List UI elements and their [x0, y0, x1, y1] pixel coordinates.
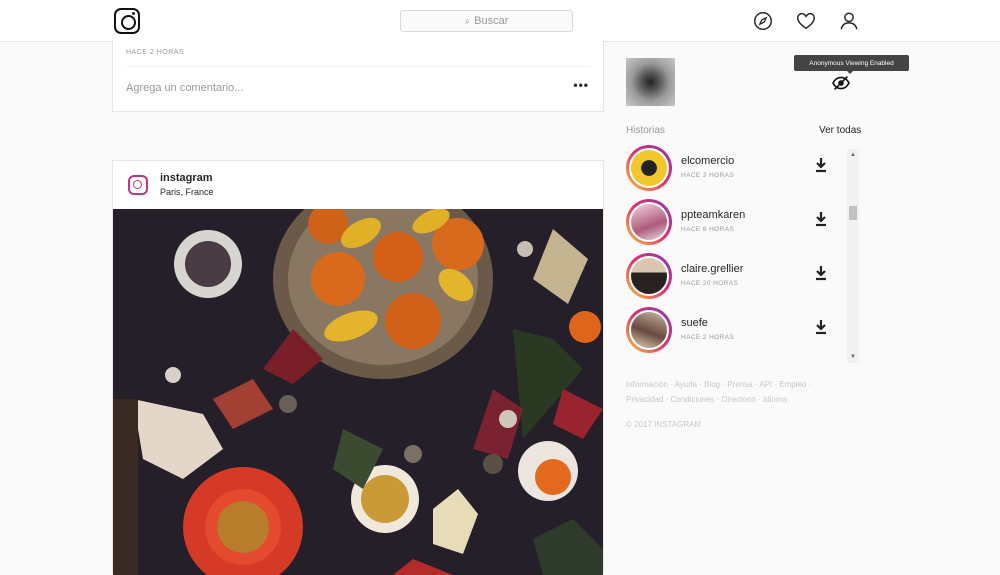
more-options-button[interactable]: •••: [573, 78, 589, 92]
eye-off-icon[interactable]: [831, 75, 851, 91]
comment-input[interactable]: Agrega un comentario...: [126, 82, 243, 94]
story-timestamp: HACE 20 HORAS: [681, 280, 739, 287]
story-avatar[interactable]: [626, 253, 672, 299]
story-username[interactable]: elcomercio: [681, 155, 734, 167]
top-navigation-bar: ⌕ Buscar: [0, 0, 1000, 42]
copyright-text: © 2017 INSTAGRAM: [626, 420, 702, 429]
download-icon[interactable]: [815, 319, 827, 335]
stories-heading: Historias: [626, 125, 665, 136]
scroll-down-arrow-icon[interactable]: ▼: [847, 351, 859, 363]
story-username[interactable]: ppteamkaren: [681, 209, 745, 221]
scrollbar-thumb[interactable]: [849, 206, 857, 220]
stories-list: elcomercio HACE 3 HORAS ppteamkaren HACE…: [624, 145, 861, 365]
post-timestamp: HACE 2 HORAS: [126, 49, 185, 56]
story-item[interactable]: elcomercio HACE 3 HORAS: [626, 145, 848, 199]
download-icon[interactable]: [815, 265, 827, 281]
post-username[interactable]: instagram: [160, 172, 213, 184]
previous-post-card: HACE 2 HORAS Agrega un comentario... •••: [112, 40, 604, 112]
download-icon[interactable]: [815, 211, 827, 227]
story-timestamp: HACE 2 HORAS: [681, 334, 735, 341]
scroll-up-arrow-icon[interactable]: ▲: [847, 149, 859, 161]
see-all-stories-link[interactable]: Ver todas: [819, 125, 861, 136]
instagram-logo-icon[interactable]: [114, 8, 140, 34]
anonymous-viewing-tooltip: Anonymous Viewing Enabled: [794, 55, 909, 74]
user-icon[interactable]: [838, 10, 860, 32]
profile-thumbnail[interactable]: [626, 58, 675, 106]
divider: [126, 66, 590, 67]
story-item[interactable]: claire.grellier HACE 20 HORAS: [626, 253, 848, 307]
story-timestamp: HACE 8 HORAS: [681, 226, 735, 233]
search-input[interactable]: ⌕ Buscar: [400, 10, 573, 32]
compass-icon[interactable]: [752, 10, 774, 32]
story-timestamp: HACE 3 HORAS: [681, 172, 735, 179]
search-icon: ⌕: [464, 15, 471, 27]
story-avatar[interactable]: [626, 145, 672, 191]
story-avatar[interactable]: [626, 199, 672, 245]
post-photo[interactable]: [113, 209, 603, 575]
heart-icon[interactable]: [795, 10, 817, 32]
footer-links[interactable]: Información · Ayuda · Blog · Prensa · AP…: [626, 377, 826, 407]
story-username[interactable]: suefe: [681, 317, 708, 329]
story-item[interactable]: suefe HACE 2 HORAS: [626, 307, 848, 361]
story-avatar[interactable]: [626, 307, 672, 353]
post-avatar[interactable]: [128, 175, 148, 195]
download-icon[interactable]: [815, 157, 827, 173]
stories-scrollbar[interactable]: ▲ ▼: [847, 149, 859, 363]
story-item[interactable]: ppteamkaren HACE 8 HORAS: [626, 199, 848, 253]
post-location[interactable]: Paris, France: [160, 187, 214, 197]
story-username[interactable]: claire.grellier: [681, 263, 743, 275]
post-card: instagram Paris, France: [112, 160, 604, 575]
search-placeholder: Buscar: [474, 15, 509, 27]
